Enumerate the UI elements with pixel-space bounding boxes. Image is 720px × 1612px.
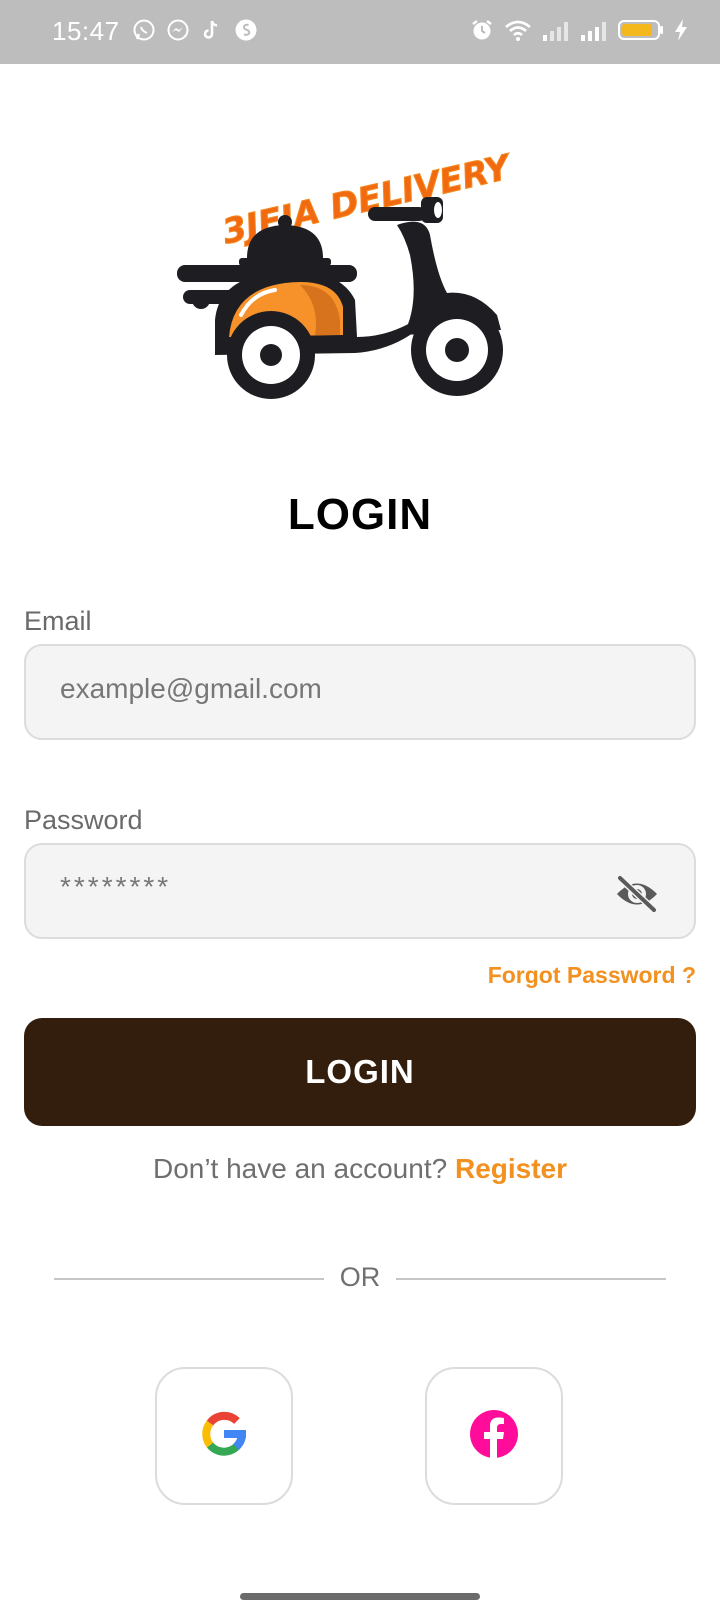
tiktok-icon bbox=[200, 18, 224, 42]
email-label: Email bbox=[24, 606, 92, 636]
brand-logo: 3JEJA DELIVERY bbox=[175, 125, 535, 415]
google-icon bbox=[198, 1408, 250, 1465]
facebook-icon bbox=[469, 1409, 519, 1464]
register-row: Don’t have an account? Register bbox=[0, 1153, 720, 1185]
status-bar: 15:47 bbox=[0, 0, 720, 64]
status-app-icons bbox=[132, 18, 258, 42]
login-button[interactable]: LOGIN bbox=[24, 1018, 696, 1126]
status-system-icons bbox=[470, 18, 688, 42]
facebook-login-button[interactable] bbox=[425, 1367, 563, 1505]
wifi-icon bbox=[504, 18, 532, 42]
register-prompt: Don’t have an account? bbox=[152, 1153, 448, 1184]
signal-icon bbox=[542, 18, 570, 42]
register-link[interactable]: Register bbox=[455, 1153, 567, 1184]
divider-right bbox=[396, 1278, 666, 1280]
password-field[interactable]: ******** bbox=[24, 843, 696, 939]
battery-icon bbox=[618, 18, 664, 42]
forgot-password-link[interactable]: Forgot Password ? bbox=[488, 962, 696, 989]
email-placeholder: example@gmail.com bbox=[60, 673, 322, 704]
messenger-icon bbox=[166, 18, 190, 42]
whatsapp-icon bbox=[132, 18, 156, 42]
eye-off-icon[interactable] bbox=[614, 875, 660, 913]
signal-icon bbox=[580, 18, 608, 42]
alarm-icon bbox=[470, 18, 494, 42]
password-value: ******** bbox=[60, 871, 172, 902]
home-indicator[interactable] bbox=[240, 1593, 480, 1600]
status-time: 15:47 bbox=[52, 16, 120, 46]
google-login-button[interactable] bbox=[155, 1367, 293, 1505]
charging-icon bbox=[674, 18, 688, 42]
page-title: LOGIN bbox=[287, 490, 433, 539]
email-field[interactable]: example@gmail.com bbox=[24, 644, 696, 740]
shazam-icon bbox=[234, 18, 258, 42]
password-label: Password bbox=[24, 805, 143, 835]
